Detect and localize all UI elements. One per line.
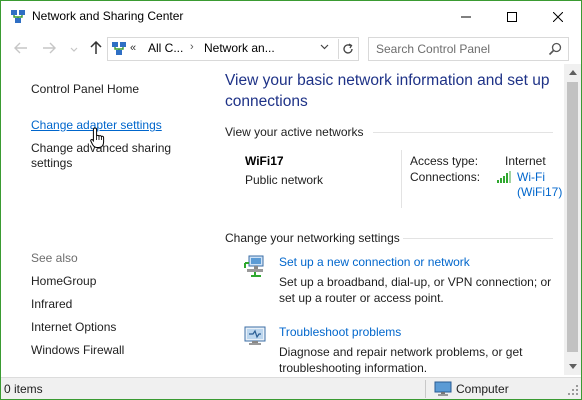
close-button[interactable] bbox=[535, 1, 581, 32]
content-pane: View your basic network information and … bbox=[213, 64, 564, 375]
tasks-pane: Control Panel Home Change adapter settin… bbox=[1, 64, 213, 375]
maximize-icon bbox=[507, 11, 517, 22]
address-bar[interactable]: « All C... › Network an... bbox=[107, 37, 359, 61]
page-title: View your basic network information and … bbox=[225, 72, 550, 110]
network-sharing-window: Network and Sharing Center « All C... › … bbox=[0, 0, 582, 400]
see-also-heading: See also bbox=[31, 251, 78, 265]
control-panel-icon bbox=[112, 42, 126, 55]
wifi-connection-link[interactable]: Wi-Fi (WiFi17) bbox=[517, 170, 562, 200]
maximize-button[interactable] bbox=[489, 1, 535, 32]
connection-name[interactable]: Wi-Fi bbox=[517, 170, 562, 185]
chevron-down-icon bbox=[568, 364, 577, 369]
setup-connection-description: Set up a broadband, dial-up, or VPN conn… bbox=[279, 275, 552, 305]
vertical-scrollbar[interactable] bbox=[564, 64, 581, 375]
item-count: 0 items bbox=[4, 382, 43, 396]
chevron-down-icon bbox=[70, 47, 78, 52]
network-setup-icon bbox=[244, 255, 264, 277]
address-row: « All C... › Network an... bbox=[1, 32, 581, 64]
network-center-icon bbox=[11, 10, 25, 23]
section-divider bbox=[403, 238, 553, 239]
connections-label: Connections: bbox=[410, 170, 481, 184]
access-type-label: Access type: bbox=[410, 154, 479, 168]
forward-button[interactable] bbox=[39, 39, 59, 57]
network-category: Public network bbox=[245, 173, 324, 187]
refresh-icon bbox=[343, 43, 353, 54]
internet-options-link[interactable]: Internet Options bbox=[31, 320, 116, 334]
arrow-left-icon bbox=[14, 42, 27, 54]
homegroup-link[interactable]: HomeGroup bbox=[31, 274, 96, 288]
breadcrumb-separator[interactable]: › bbox=[190, 41, 194, 53]
address-dropdown-button[interactable] bbox=[320, 42, 329, 53]
active-networks-heading: View your active networks bbox=[225, 125, 364, 139]
minimize-button[interactable] bbox=[443, 1, 489, 32]
windows-firewall-link[interactable]: Windows Firewall bbox=[31, 343, 124, 357]
access-type-value: Internet bbox=[505, 154, 546, 168]
resize-grip-icon[interactable] bbox=[567, 384, 579, 396]
network-divider bbox=[401, 150, 402, 208]
computer-icon bbox=[434, 381, 452, 396]
connection-ssid[interactable]: (WiFi17) bbox=[517, 185, 562, 200]
wifi-signal-icon bbox=[497, 171, 511, 183]
status-separator bbox=[425, 380, 426, 398]
control-panel-home-link[interactable]: Control Panel Home bbox=[31, 82, 139, 96]
change-settings-heading: Change your networking settings bbox=[225, 231, 400, 245]
hand-cursor-icon bbox=[90, 127, 105, 148]
arrow-right-icon bbox=[43, 42, 56, 54]
scroll-down-button[interactable] bbox=[564, 358, 581, 375]
search-input[interactable] bbox=[369, 38, 546, 60]
change-advanced-sharing-link[interactable]: Change advanced sharing settings bbox=[31, 141, 191, 171]
location-label: Computer bbox=[456, 382, 509, 396]
chevron-down-icon bbox=[320, 44, 329, 50]
arrow-up-icon bbox=[90, 41, 102, 54]
refresh-button[interactable] bbox=[338, 39, 357, 59]
minimize-icon bbox=[461, 16, 471, 17]
window-title: Network and Sharing Center bbox=[32, 9, 184, 23]
search-icon[interactable] bbox=[547, 41, 563, 57]
troubleshoot-icon bbox=[244, 326, 266, 345]
status-bar: 0 items Computer bbox=[1, 377, 581, 399]
close-icon bbox=[553, 11, 563, 22]
troubleshoot-problems-link[interactable]: Troubleshoot problems bbox=[279, 325, 401, 339]
up-button[interactable] bbox=[86, 39, 106, 57]
infrared-link[interactable]: Infrared bbox=[31, 297, 72, 311]
scrollbar-thumb[interactable] bbox=[567, 82, 578, 352]
network-name: WiFi17 bbox=[245, 154, 284, 168]
active-network-card: WiFi17 Public network Access type: Inter… bbox=[225, 146, 562, 216]
back-button[interactable] bbox=[11, 39, 31, 57]
troubleshoot-description: Diagnose and repair network problems, or… bbox=[279, 345, 523, 375]
scroll-up-button[interactable] bbox=[564, 64, 581, 81]
setup-connection-link[interactable]: Set up a new connection or network bbox=[279, 255, 470, 269]
chevron-up-icon bbox=[568, 70, 577, 75]
search-box[interactable] bbox=[368, 37, 569, 61]
recent-locations-button[interactable] bbox=[64, 41, 84, 59]
breadcrumb-all-control-panel[interactable]: All C... bbox=[148, 41, 183, 55]
breadcrumb-overflow[interactable]: « bbox=[130, 42, 136, 54]
breadcrumb-network-center[interactable]: Network an... bbox=[204, 41, 275, 55]
title-bar[interactable]: Network and Sharing Center bbox=[1, 1, 581, 32]
section-divider bbox=[373, 132, 553, 133]
